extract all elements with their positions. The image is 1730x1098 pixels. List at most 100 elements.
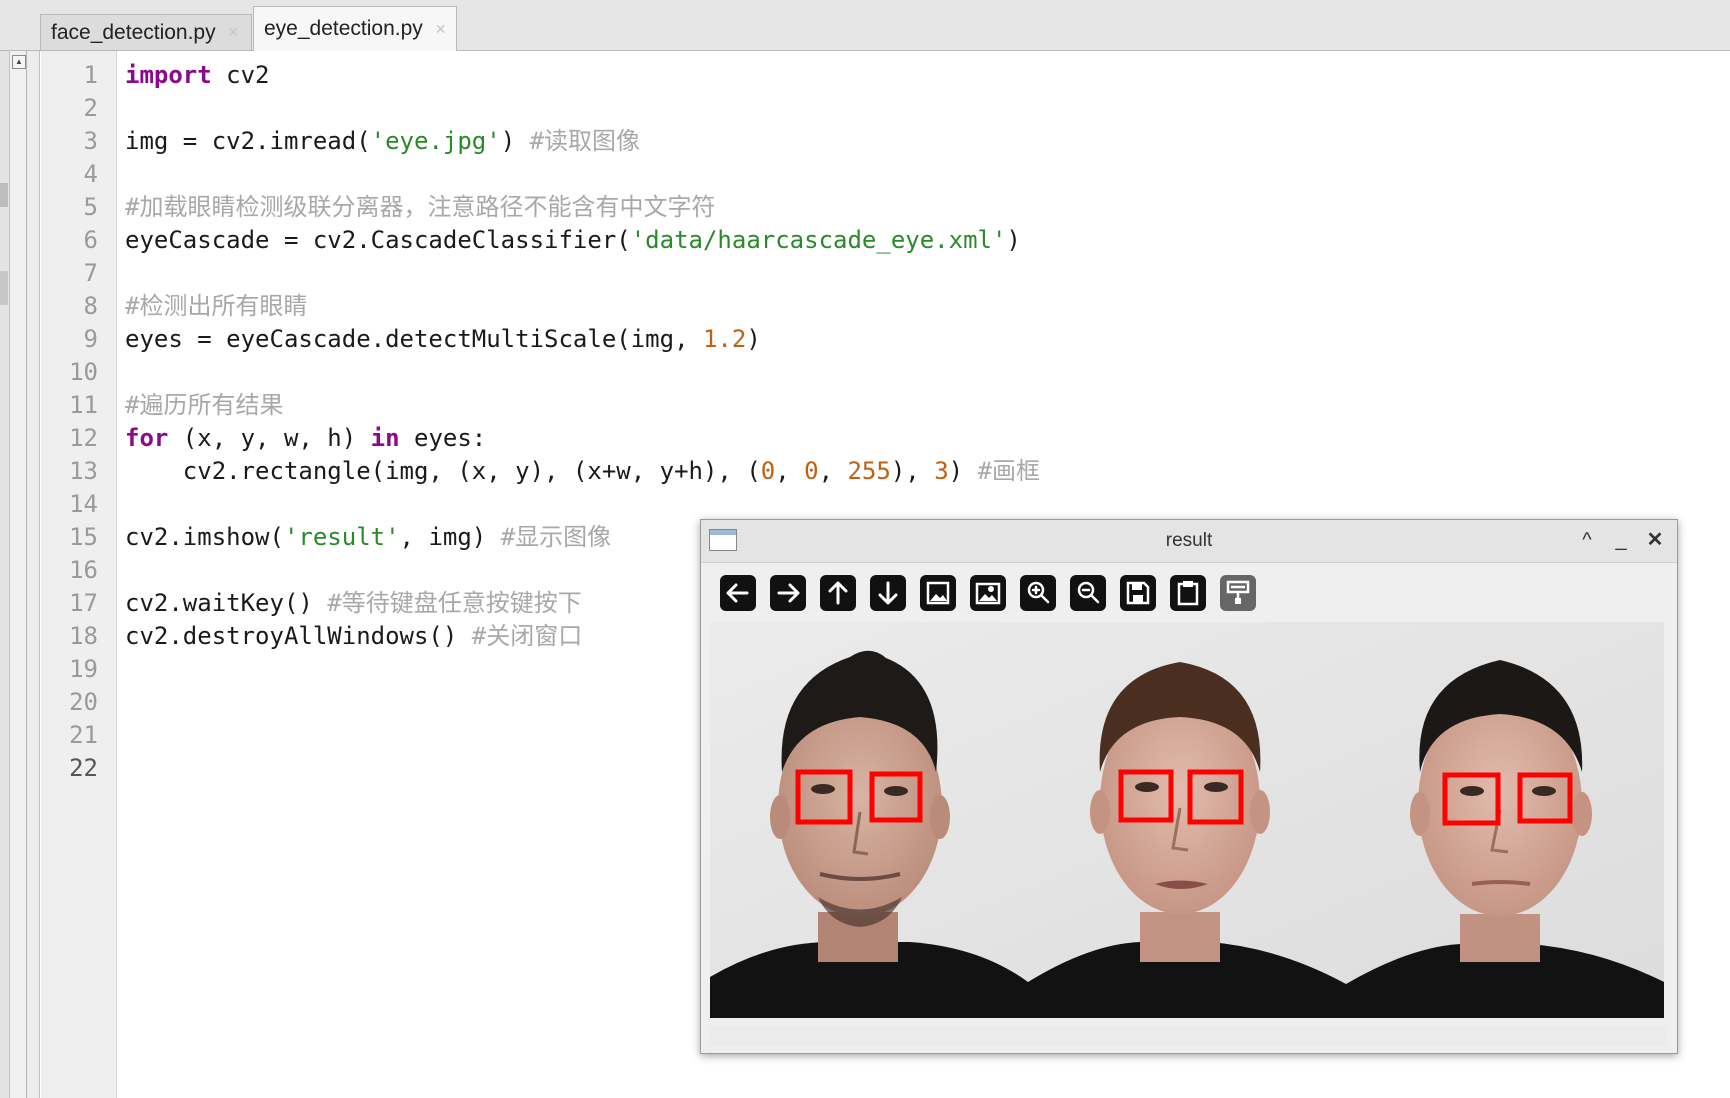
code-text: , — [818, 457, 848, 485]
code-text: ) — [500, 127, 530, 155]
arrow-down-icon[interactable] — [869, 574, 907, 612]
code-line: for (x, y, w, h) in eyes: — [125, 422, 486, 455]
code-text: cv2.rectangle(img, (x, y), (x+w, y+h), ( — [125, 457, 761, 485]
code-text: img = cv2.imread( — [125, 127, 371, 155]
tab-close-icon[interactable]: ✕ — [228, 24, 240, 41]
line-number: 7 — [83, 259, 98, 287]
line-number: 13 — [69, 457, 98, 485]
code-text: ) — [746, 325, 761, 353]
comment: #遍历所有结果 — [125, 391, 284, 419]
result-window[interactable]: result ^ _ ✕ — [700, 519, 1678, 1054]
zoom-in-icon[interactable] — [1019, 574, 1057, 612]
number-literal: 3 — [934, 457, 949, 485]
code-line: #加载眼睛检测级联分离器，注意路径不能含有中文字符 — [125, 191, 715, 224]
line-number: 21 — [69, 721, 98, 749]
tab-eye-detection[interactable]: eye_detection.py ✕ — [253, 6, 457, 51]
code-line: import cv2 — [125, 59, 270, 92]
code-text: (x, y, w, h) — [168, 424, 371, 452]
line-number: 10 — [69, 358, 98, 386]
line-number: 8 — [83, 292, 98, 320]
save-icon[interactable] — [1119, 574, 1157, 612]
string-literal: 'result' — [283, 523, 400, 551]
comment: #显示图像 — [500, 523, 612, 551]
image-icon[interactable] — [919, 574, 957, 612]
scrollbar-thumb[interactable]: ▲ — [10, 51, 27, 1098]
tab-face-detection[interactable]: face_detection.py ✕ — [40, 14, 252, 50]
code-text: ) — [948, 457, 978, 485]
comment: #检测出所有眼睛 — [125, 292, 308, 320]
line-number-gutter: 1 2 3 4 5 6 7 8 9 10 11 12 13 14 15 16 1… — [41, 51, 117, 1098]
number-literal: 255 — [847, 457, 891, 485]
close-button[interactable]: ✕ — [1641, 526, 1669, 554]
code-text: cv2.waitKey() — [125, 589, 328, 617]
code-text: cv2.imshow( — [125, 523, 284, 551]
maximize-button[interactable]: ^ — [1573, 526, 1601, 554]
line-number: 2 — [83, 94, 98, 122]
comment: #关闭窗口 — [471, 622, 583, 650]
line-number: 12 — [69, 424, 98, 452]
code-text: ) — [1006, 226, 1021, 254]
comment: #画框 — [977, 457, 1041, 485]
scroll-up-icon[interactable]: ▲ — [12, 55, 26, 69]
code-text: eyeCascade = cv2.CascadeClassifier( — [125, 226, 631, 254]
number-literal: 0 — [804, 457, 819, 485]
keyword: in — [370, 424, 400, 452]
code-line: eyes = eyeCascade.detectMultiScale(img, … — [125, 323, 761, 356]
line-number: 14 — [69, 490, 98, 518]
line-number: 4 — [83, 160, 98, 188]
line-number: 9 — [83, 325, 98, 353]
tab-close-icon[interactable]: ✕ — [435, 21, 447, 38]
image-toolbar — [709, 568, 1671, 624]
code-line: #检测出所有眼睛 — [125, 290, 307, 323]
comment: #读取图像 — [529, 127, 641, 155]
number-literal: 1.2 — [702, 325, 747, 353]
window-status-bar — [709, 1026, 1667, 1046]
image-settings-icon[interactable] — [969, 574, 1007, 612]
code-line: cv2.rectangle(img, (x, y), (x+w, y+h), (… — [125, 455, 1040, 488]
code-text: eyes = eyeCascade.detectMultiScale(img, — [125, 325, 703, 353]
code-text: , — [775, 457, 805, 485]
zoom-out-icon[interactable] — [1069, 574, 1107, 612]
window-title-bar[interactable]: result ^ _ ✕ — [701, 520, 1677, 563]
result-image — [710, 622, 1664, 1018]
editor-tab-bar: face_detection.py ✕ eye_detection.py ✕ — [0, 0, 1730, 51]
line-number: 11 — [69, 391, 98, 419]
code-line: cv2.imshow('result', img) #显示图像 — [125, 521, 611, 554]
arrow-right-icon[interactable] — [769, 574, 807, 612]
vertical-scrollbar[interactable]: ▲ — [10, 51, 40, 1098]
tab-label: eye_detection.py — [264, 17, 423, 40]
line-number: 16 — [69, 556, 98, 584]
line-number: 6 — [83, 226, 98, 254]
line-number-current: 22 — [69, 754, 98, 782]
keyword: import — [125, 61, 212, 89]
line-number: 3 — [83, 127, 98, 155]
line-number: 18 — [69, 622, 98, 650]
line-number: 1 — [83, 61, 98, 89]
comment: #加载眼睛检测级联分离器，注意路径不能含有中文字符 — [125, 193, 716, 221]
keyword: for — [125, 424, 169, 452]
code-line: cv2.waitKey() #等待键盘任意按键按下 — [125, 587, 582, 620]
side-marker — [0, 183, 8, 207]
arrow-left-icon[interactable] — [719, 574, 757, 612]
line-number: 20 — [69, 688, 98, 716]
number-literal: 0 — [760, 457, 776, 485]
string-literal: 'eye.jpg' — [370, 127, 501, 155]
code-text: , img) — [399, 523, 501, 551]
tab-label: face_detection.py — [51, 20, 216, 44]
minimize-button[interactable]: _ — [1607, 526, 1635, 554]
side-panel-strip — [0, 51, 10, 1098]
properties-icon[interactable] — [1219, 574, 1257, 612]
code-line: cv2.destroyAllWindows() #关闭窗口 — [125, 620, 582, 653]
code-text: eyes: — [399, 424, 487, 452]
comment: #等待键盘任意按键按下 — [327, 589, 582, 617]
code-text: cv2 — [211, 61, 270, 89]
line-number: 17 — [69, 589, 98, 617]
string-literal: 'data/haarcascade_eye.xml' — [630, 226, 1007, 254]
clipboard-icon[interactable] — [1169, 574, 1207, 612]
code-line: #遍历所有结果 — [125, 389, 283, 422]
line-number: 15 — [69, 523, 98, 551]
line-number: 5 — [83, 193, 98, 221]
window-title: result — [1165, 530, 1213, 551]
arrow-up-icon[interactable] — [819, 574, 857, 612]
code-line: eyeCascade = cv2.CascadeClassifier('data… — [125, 224, 1021, 257]
